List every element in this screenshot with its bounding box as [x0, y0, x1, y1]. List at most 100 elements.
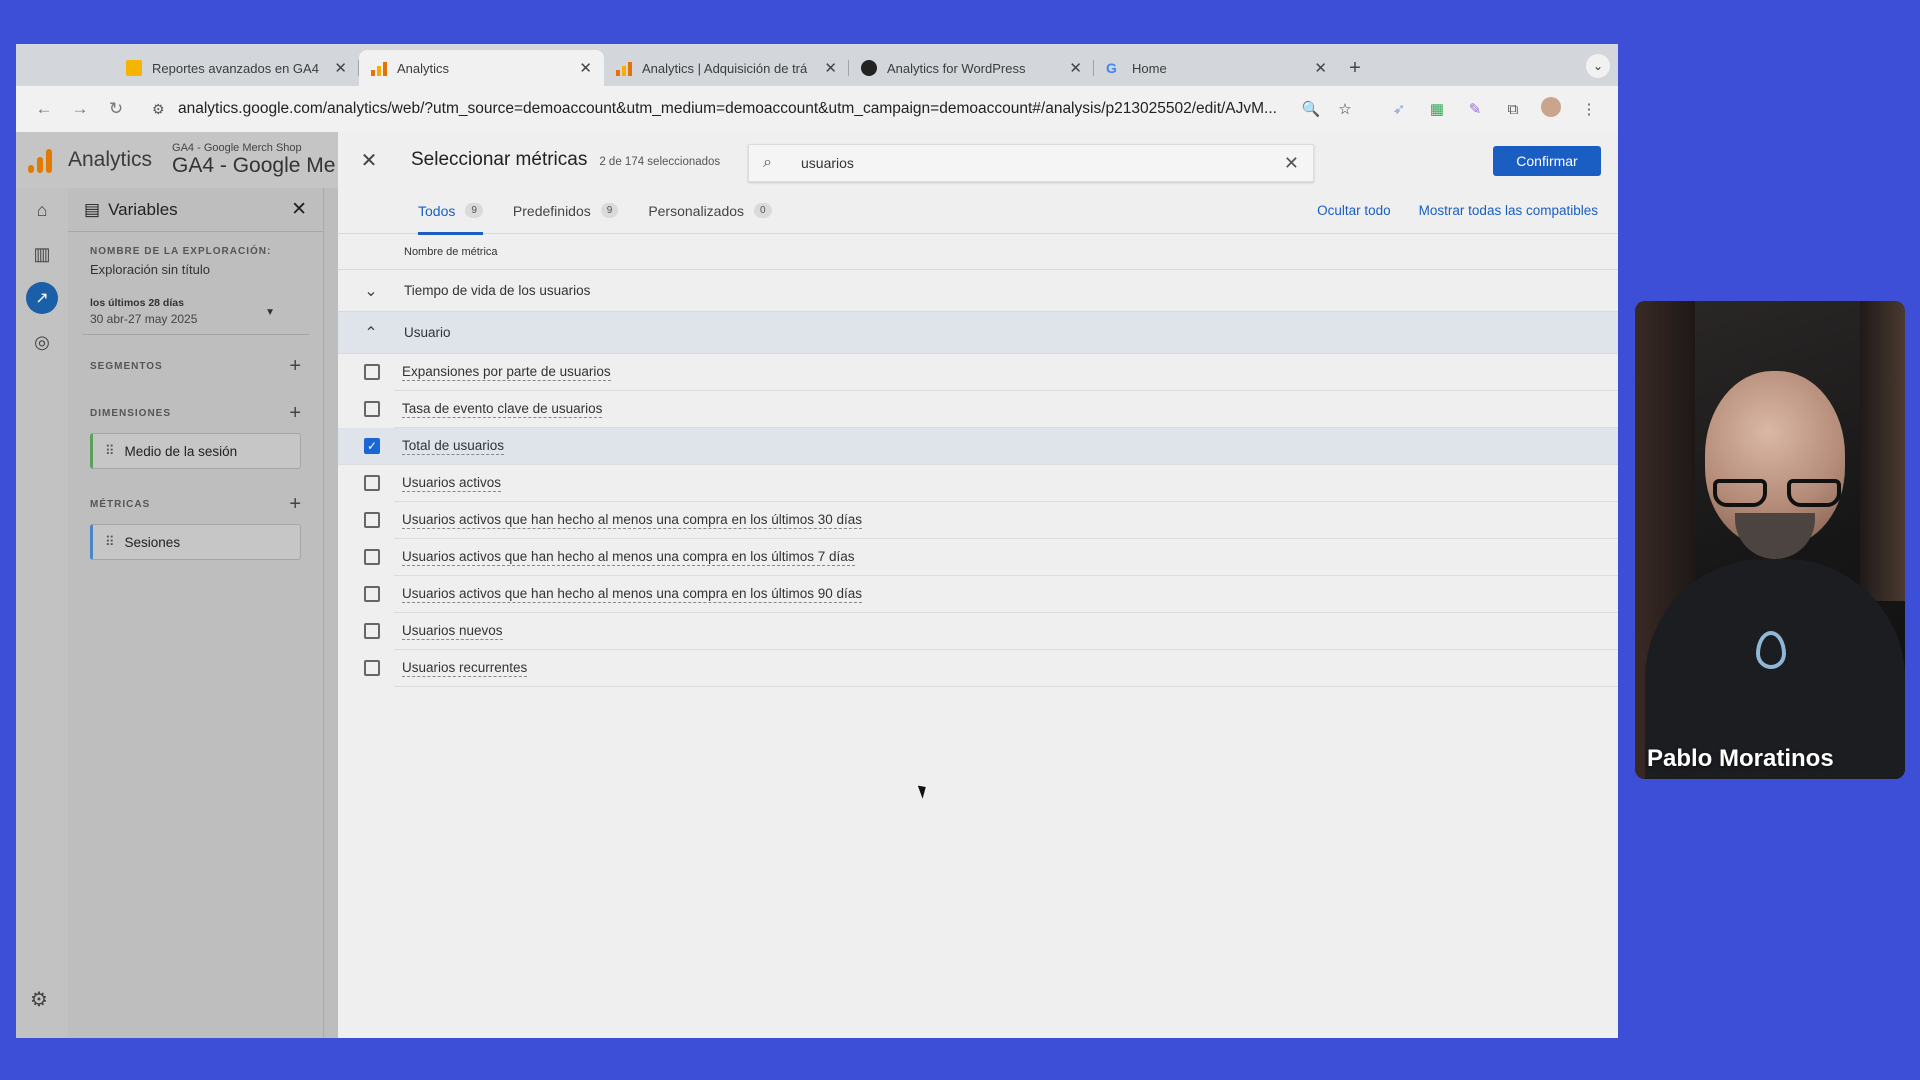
close-icon[interactable]: ✕ — [824, 59, 837, 77]
hide-all-link[interactable]: Ocultar todo — [1317, 203, 1391, 218]
metric-row[interactable]: ✓ Total de usuarios — [338, 428, 1618, 465]
zoom-icon[interactable]: 🔍 — [1294, 100, 1328, 118]
checkbox[interactable] — [364, 549, 380, 565]
tab-count-badge: 9 — [600, 203, 619, 218]
tab-personalizados[interactable]: Personalizados 0 — [648, 188, 772, 234]
bookmark-star-icon[interactable]: ☆ — [1328, 100, 1362, 118]
address-bar[interactable]: ⚙ analytics.google.com/analytics/web/?ut… — [142, 92, 1372, 126]
account-selector[interactable]: GA4 - Google Merch Shop GA4 - Google Me — [172, 142, 335, 178]
sheets-extension-icon[interactable]: ▦ — [1418, 100, 1456, 118]
checkbox[interactable] — [364, 660, 380, 676]
presenter-name: Pablo Moratinos — [1647, 745, 1834, 772]
browser-tab[interactable]: G Home ✕ — [1094, 50, 1339, 86]
metric-label: Usuarios activos que han hecho al menos … — [402, 548, 855, 566]
chevron-up-icon[interactable]: ⌃ — [338, 323, 404, 343]
tab-label: Predefinidos — [512, 202, 591, 219]
tab-count-badge: 9 — [465, 203, 483, 218]
confirm-button[interactable]: Confirmar — [1493, 146, 1601, 176]
rocket-extension-icon[interactable]: ➶ — [1380, 100, 1418, 118]
variables-title: Variables — [108, 199, 178, 219]
metric-row[interactable]: Expansiones por parte de usuarios — [364, 354, 1618, 391]
variables-panel: ▤ Variables ✕ NOMBRE DE LA EXPLORACIÓN: … — [68, 188, 324, 1038]
dropdown-arrow-icon: ▼ — [265, 307, 275, 318]
analytics-icon — [371, 60, 387, 76]
pen-extension-icon[interactable]: ✎ — [1456, 100, 1494, 118]
menu-kebab-icon[interactable]: ⋮ — [1570, 100, 1608, 118]
metric-tabs: Todos 9 Predefinidos 9 Personalizados 0 … — [338, 188, 1618, 235]
variables-header: ▤ Variables ✕ — [68, 188, 323, 232]
date-range-picker[interactable]: los últimos 28 días 30 abr-27 may 2025 ▼ — [82, 291, 309, 335]
browser-tab-active[interactable]: Analytics ✕ — [359, 50, 604, 86]
close-icon[interactable]: ✕ — [291, 198, 307, 221]
close-icon[interactable]: ✕ — [1314, 59, 1327, 77]
tab-title: Reportes avanzados en GA4 — [152, 60, 319, 76]
dimension-label: Medio de la sesión — [124, 443, 238, 459]
drag-handle-icon[interactable]: ⠿ — [105, 534, 115, 550]
forward-icon[interactable]: → — [62, 99, 98, 119]
segments-label: SEGMENTOS — [90, 361, 163, 372]
checkbox[interactable] — [364, 475, 380, 491]
metric-row[interactable]: Usuarios activos que han hecho al menos … — [364, 539, 1618, 576]
chevron-down-icon[interactable]: ⌄ — [338, 281, 404, 301]
dimension-chip[interactable]: ⠿ Medio de la sesión — [90, 433, 301, 469]
new-tab-button[interactable]: + — [1339, 50, 1371, 86]
metric-label: Usuarios activos — [402, 474, 502, 492]
metric-row[interactable]: Usuarios activos — [364, 465, 1618, 502]
exploration-name[interactable]: Exploración sin título — [90, 262, 301, 277]
exploration-name-section: NOMBRE DE LA EXPLORACIÓN: Exploración si… — [68, 232, 323, 277]
metric-row[interactable]: Usuarios recurrentes — [364, 650, 1618, 687]
metric-search-input[interactable] — [801, 155, 1284, 171]
tab-todos[interactable]: Todos 9 — [418, 188, 483, 235]
checkbox[interactable] — [364, 512, 380, 528]
browser-tab[interactable]: Reportes avanzados en GA4 ✕ — [114, 50, 359, 86]
close-icon[interactable]: ✕ — [579, 59, 592, 77]
metric-row[interactable]: Usuarios nuevos — [364, 613, 1618, 650]
selected-count: 2 de 174 seleccionados — [599, 155, 721, 168]
checkbox[interactable] — [364, 364, 380, 380]
metric-chip[interactable]: ⠿ Sesiones — [90, 524, 301, 560]
variables-icon: ▤ — [84, 199, 101, 219]
home-icon[interactable]: ⌂ — [16, 188, 68, 232]
search-icon: ⌕ — [763, 154, 772, 171]
checkbox[interactable] — [364, 586, 380, 602]
show-compatible-link[interactable]: Mostrar todas las compatibles — [1419, 203, 1598, 218]
add-dimension-icon[interactable]: + — [289, 402, 301, 425]
profile-avatar[interactable] — [1532, 97, 1570, 121]
explore-icon[interactable]: ↗ — [16, 276, 68, 320]
add-metric-icon[interactable]: + — [289, 493, 301, 516]
checkbox[interactable] — [364, 401, 380, 417]
metric-row[interactable]: Usuarios activos que han hecho al menos … — [364, 576, 1618, 613]
puzzle-extension-icon[interactable]: ⧉ — [1494, 101, 1532, 118]
tab-predefinidos[interactable]: Predefinidos 9 — [512, 188, 619, 234]
metrics-label: MÉTRICAS — [90, 499, 151, 510]
browser-tab[interactable]: Analytics for WordPress ✕ — [849, 50, 1094, 86]
drawer-header: ✕ Seleccionar métricas 2 de 174 seleccio… — [338, 132, 1618, 188]
slides-icon — [126, 60, 142, 76]
clear-search-icon[interactable]: ✕ — [1284, 153, 1299, 174]
browser-tab[interactable]: Analytics | Adquisición de trá ✕ — [604, 50, 849, 86]
reload-icon[interactable]: ↻ — [98, 99, 134, 119]
metrics-row: MÉTRICAS + — [68, 469, 323, 516]
reports-icon[interactable]: ▥ — [16, 232, 68, 276]
drag-handle-icon[interactable]: ⠿ — [105, 443, 115, 459]
account-big: GA4 - Google Me — [172, 154, 336, 177]
metric-label: Tasa de evento clave de usuarios — [402, 400, 603, 418]
group-usuario[interactable]: ⌃ Usuario — [338, 312, 1618, 354]
tab-search-button[interactable]: ⌄ — [1586, 54, 1610, 78]
tab-title: Analytics for WordPress — [887, 60, 1026, 76]
segments-row: SEGMENTOS + — [68, 335, 323, 378]
dimensions-row: DIMENSIONES + — [68, 378, 323, 425]
close-icon[interactable]: ✕ — [354, 148, 384, 173]
metric-row[interactable]: Usuarios activos que han hecho al menos … — [364, 502, 1618, 539]
close-icon[interactable]: ✕ — [334, 59, 347, 77]
add-segment-icon[interactable]: + — [289, 355, 301, 378]
metric-row[interactable]: Tasa de evento clave de usuarios — [364, 391, 1618, 428]
close-icon[interactable]: ✕ — [1069, 59, 1082, 77]
checkbox-checked[interactable]: ✓ — [364, 438, 380, 454]
site-settings-icon[interactable]: ⚙ — [152, 101, 178, 118]
settings-gear-icon[interactable]: ⚙ — [30, 987, 48, 1012]
back-icon[interactable]: ← — [26, 99, 62, 119]
checkbox[interactable] — [364, 623, 380, 639]
group-lifetime-users[interactable]: ⌄ Tiempo de vida de los usuarios — [338, 270, 1618, 312]
advertising-icon[interactable]: ◎ — [16, 320, 68, 364]
